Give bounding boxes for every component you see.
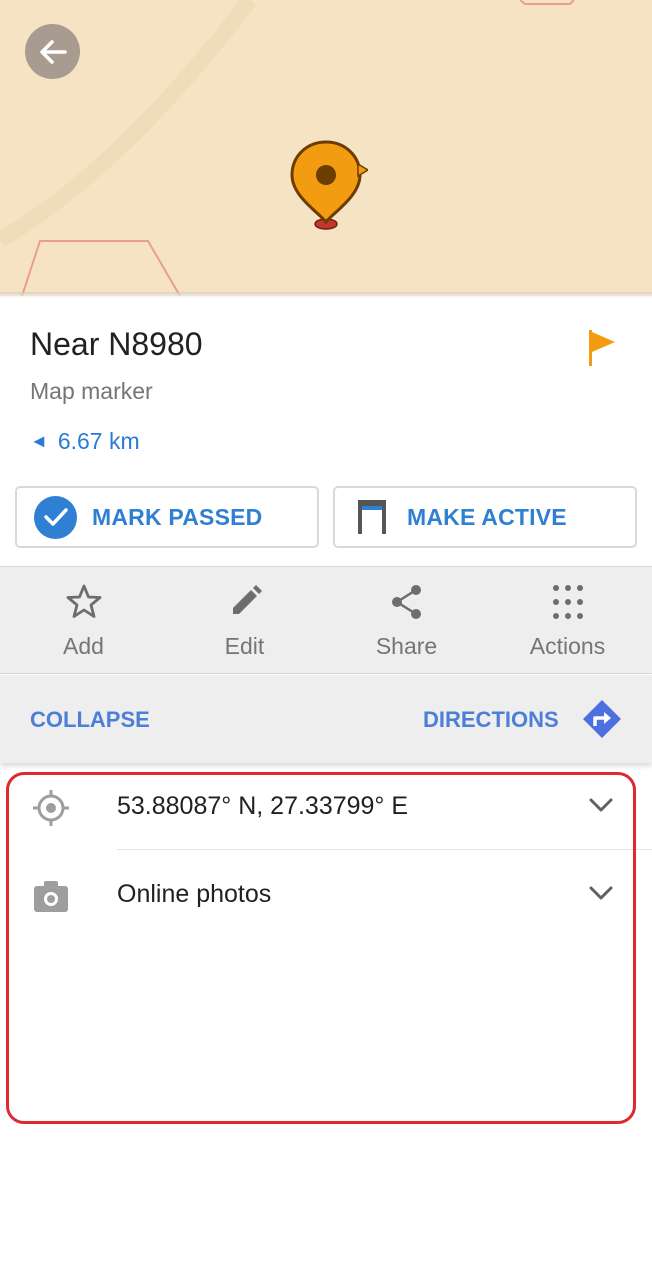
marker-flag-icon bbox=[358, 500, 386, 534]
distance-info: ◄ 6.67 km bbox=[30, 428, 140, 455]
share-label: Share bbox=[375, 633, 438, 659]
coordinates-row[interactable]: 53.88087° N, 27.33799° E bbox=[0, 764, 652, 852]
directions-icon[interactable] bbox=[582, 699, 622, 739]
make-active-label: MAKE ACTIVE bbox=[407, 503, 567, 530]
directions-button[interactable]: DIRECTIONS bbox=[423, 707, 559, 733]
mark-passed-button[interactable]: MARK PASSED bbox=[15, 486, 319, 548]
back-button[interactable] bbox=[25, 24, 80, 79]
navigation-bar: COLLAPSE DIRECTIONS bbox=[0, 675, 652, 763]
collapse-button[interactable]: COLLAPSE bbox=[30, 707, 150, 733]
context-toolbar: Add Edit Share Actions bbox=[0, 566, 652, 674]
pencil-icon bbox=[232, 585, 262, 614]
map-divider-shadow bbox=[0, 292, 652, 298]
edit-button[interactable]: Edit bbox=[163, 567, 326, 675]
distance-value: 6.67 km bbox=[57, 428, 140, 454]
row-divider bbox=[117, 849, 652, 850]
arrow-left-icon bbox=[39, 39, 67, 64]
chevron-down-icon[interactable] bbox=[588, 884, 614, 902]
share-icon bbox=[391, 585, 421, 619]
map-marker-pin-icon[interactable] bbox=[288, 140, 368, 232]
online-photos-row[interactable]: Online photos bbox=[0, 852, 652, 940]
checkmark-icon bbox=[34, 495, 77, 539]
direction-arrow-icon: ◄ bbox=[30, 431, 48, 451]
grid-dots-icon bbox=[552, 585, 583, 619]
camera-icon bbox=[34, 881, 68, 912]
coordinates-text: 53.88087° N, 27.33799° E bbox=[117, 792, 409, 820]
location-crosshair-icon bbox=[33, 790, 69, 826]
make-active-button[interactable]: MAKE ACTIVE bbox=[333, 486, 637, 548]
map-view[interactable] bbox=[0, 0, 652, 296]
marker-type: Map marker bbox=[30, 378, 153, 404]
add-label: Add bbox=[63, 633, 104, 659]
star-icon bbox=[66, 584, 101, 618]
online-photos-text: Online photos bbox=[117, 880, 272, 908]
flag-icon[interactable] bbox=[587, 330, 617, 366]
edit-label: Edit bbox=[224, 633, 265, 659]
actions-label: Actions bbox=[529, 633, 606, 659]
marker-title: Near N8980 bbox=[30, 326, 203, 362]
mark-passed-label: MARK PASSED bbox=[92, 503, 263, 530]
share-button[interactable]: Share bbox=[325, 567, 488, 675]
chevron-down-icon[interactable] bbox=[588, 796, 614, 814]
actions-button[interactable]: Actions bbox=[486, 567, 649, 675]
add-button[interactable]: Add bbox=[2, 567, 165, 675]
